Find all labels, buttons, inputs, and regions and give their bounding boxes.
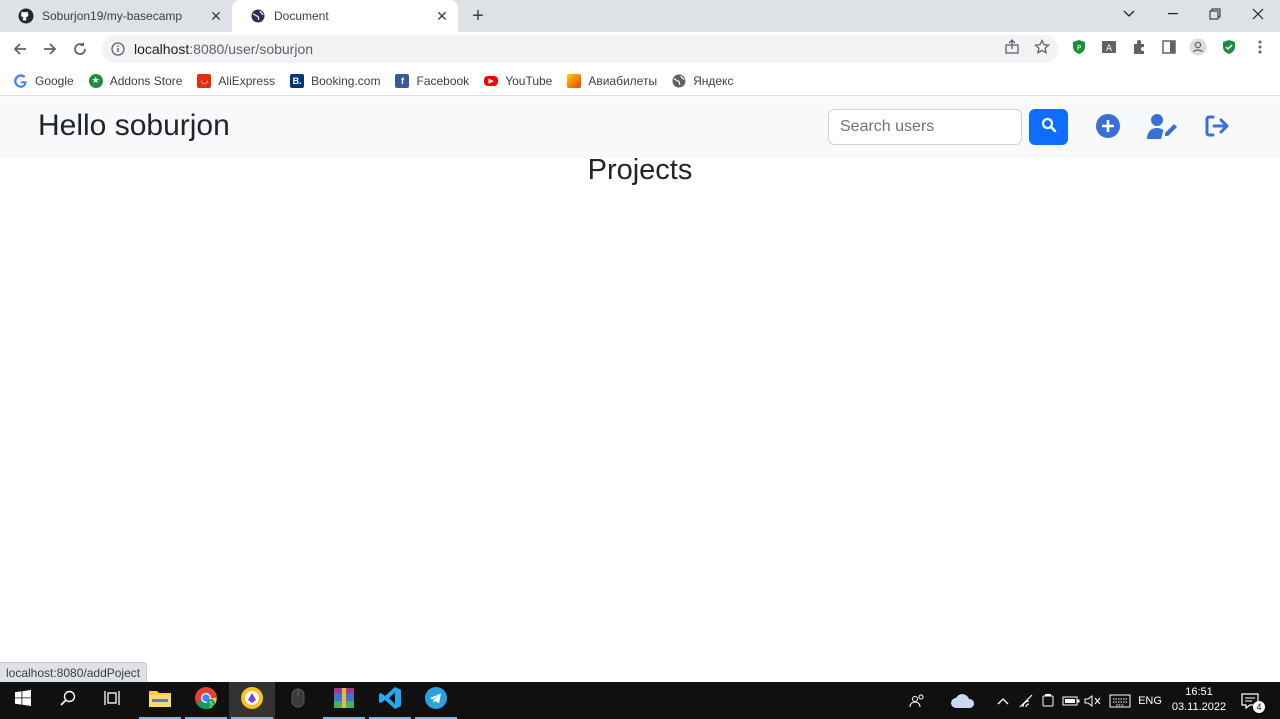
projects-heading: Projects (587, 154, 693, 186)
youtube-icon: ▶ (484, 75, 499, 86)
start-button[interactable] (0, 682, 46, 719)
svg-text:A: A (1106, 44, 1113, 54)
bookmark-google[interactable]: Google (14, 74, 74, 88)
link-status-bar: localhost:8080/addPoject (0, 662, 148, 682)
site-info-icon[interactable] (110, 41, 126, 57)
tab-document[interactable]: Document ✕ (232, 0, 458, 32)
taskbar-vscode[interactable] (367, 682, 413, 719)
address-bar[interactable]: localhost:8080/user/soburjon (102, 35, 1058, 63)
bookmark-facebook[interactable]: f Facebook (395, 73, 469, 88)
wifi-icon[interactable] (1017, 682, 1037, 719)
notification-icon: 4 (1241, 692, 1265, 713)
folder-icon (149, 689, 171, 712)
winrar-icon (332, 686, 356, 715)
restore-button[interactable] (1193, 0, 1237, 28)
forward-button[interactable] (37, 36, 63, 62)
mouse-icon (291, 688, 305, 713)
taskbar-mouse-app[interactable] (275, 682, 321, 719)
device-icon[interactable] (1038, 682, 1058, 719)
task-view-icon (104, 690, 122, 711)
facebook-icon: f (395, 73, 410, 88)
telegram-icon (425, 687, 447, 714)
action-center-button[interactable]: 4 (1238, 682, 1265, 719)
bookmarks-bar: Google ★ Addons Store ◡ AliExpress B. Booki… (0, 66, 1280, 96)
google-icon (14, 73, 28, 88)
logout-button[interactable] (1203, 115, 1230, 141)
add-project-button[interactable] (1095, 113, 1121, 143)
browser-menu-icon[interactable] (1251, 38, 1269, 56)
taskbar-winrar[interactable] (321, 682, 367, 719)
search-users-input[interactable] (828, 109, 1022, 145)
taskbar-search-button[interactable] (45, 682, 91, 719)
extension-translate-icon[interactable]: A (1100, 38, 1118, 56)
bookmark-star-icon[interactable] (1033, 38, 1051, 56)
globe-icon (672, 74, 686, 88)
edit-user-button[interactable] (1146, 113, 1180, 144)
tab-github[interactable]: Soburjon19/my-basecamp ✕ (0, 0, 232, 32)
bookmark-youtube[interactable]: ▶ YouTube (484, 74, 552, 88)
share-icon[interactable] (1003, 38, 1021, 56)
bookmark-yandex[interactable]: Яндекс (672, 74, 733, 88)
browser-profile-icon (240, 686, 264, 715)
windows-taskbar: S ENG 16:51 03.11.2022 4 (0, 682, 1280, 719)
aviabilety-icon (567, 73, 582, 88)
new-tab-button[interactable]: + (466, 4, 490, 28)
brand-greeting[interactable]: Hello soburjon (38, 109, 230, 143)
user-pen-icon (1147, 113, 1179, 144)
clock-time: 16:51 (1185, 686, 1213, 698)
booking-icon: B. (290, 73, 305, 88)
reload-button[interactable] (67, 36, 93, 62)
app-navbar: Hello soburjon (0, 97, 1280, 158)
extensions-puzzle-icon[interactable] (1130, 38, 1148, 56)
side-panel-icon[interactable] (1160, 38, 1178, 56)
vscode-icon (378, 686, 402, 715)
show-hidden-icons-chevron-icon[interactable] (993, 682, 1013, 719)
aliexpress-icon: ◡ (197, 73, 212, 88)
tab-title: Document (274, 9, 329, 23)
volume-muted-icon[interactable] (1082, 682, 1104, 719)
close-window-button[interactable] (1236, 0, 1280, 28)
extension-shield-icon[interactable] (1220, 38, 1238, 56)
chrome-icon: S (194, 686, 218, 715)
profile-avatar-icon[interactable] (1189, 38, 1207, 56)
taskbar-telegram[interactable] (413, 682, 459, 719)
minimize-button[interactable] (1151, 0, 1195, 28)
close-tab-icon[interactable]: ✕ (208, 8, 224, 24)
address-url[interactable]: localhost:8080/user/soburjon (134, 41, 313, 57)
back-button[interactable] (7, 36, 33, 62)
taskbar-chrome[interactable]: S (183, 682, 229, 719)
globe-icon (250, 8, 266, 24)
search-button[interactable] (1029, 109, 1068, 145)
search-icon (60, 690, 76, 711)
svg-text:S: S (209, 701, 213, 708)
addons-store-icon: ★ (88, 73, 103, 88)
bookmark-aliexpress[interactable]: ◡ AliExpress (197, 73, 275, 88)
search-icon (1041, 117, 1057, 138)
taskbar-browser-active[interactable] (229, 682, 275, 719)
battery-icon[interactable] (1060, 682, 1082, 719)
bookmark-addons-store[interactable]: ★ Addons Store (88, 73, 182, 88)
taskbar-file-explorer[interactable] (137, 682, 183, 719)
svg-text:P: P (1077, 44, 1081, 52)
browser-tab-strip: Soburjon19/my-basecamp ✕ Document ✕ + (0, 0, 1280, 32)
notification-count-badge: 4 (1253, 700, 1265, 713)
input-language[interactable]: ENG (1136, 682, 1164, 719)
extension-privacy-icon[interactable]: P (1070, 38, 1088, 56)
keyboard-icon[interactable] (1106, 682, 1134, 719)
bookmark-aviabilety[interactable]: Авиабилеты (567, 73, 657, 88)
sign-out-icon (1204, 114, 1230, 143)
onedrive-cloud-icon[interactable] (947, 682, 979, 719)
taskbar-clock[interactable]: 16:51 03.11.2022 (1166, 685, 1232, 715)
people-icon[interactable] (905, 682, 929, 719)
github-icon (18, 8, 34, 24)
bookmark-booking[interactable]: B. Booking.com (290, 73, 380, 88)
clock-date: 03.11.2022 (1171, 701, 1227, 713)
task-view-button[interactable] (90, 682, 136, 719)
tab-title: Soburjon19/my-basecamp (42, 9, 183, 23)
tab-search-chevron-icon[interactable] (1107, 0, 1151, 28)
windows-logo-icon (15, 690, 31, 711)
plus-circle-icon (1096, 113, 1120, 143)
close-tab-icon[interactable]: ✕ (434, 8, 450, 24)
browser-toolbar: localhost:8080/user/soburjon P A (0, 32, 1280, 66)
